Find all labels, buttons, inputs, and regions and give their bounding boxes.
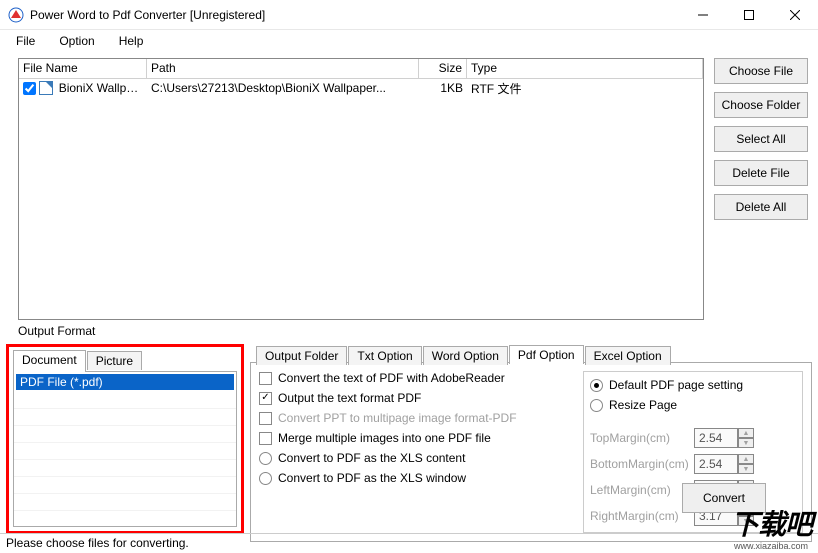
rtf-file-icon	[39, 81, 53, 95]
file-path-cell: C:\Users\27213\Desktop\BioniX Wallpaper.…	[147, 81, 419, 95]
opt-text-format[interactable]: Output the text format PDF	[259, 391, 577, 405]
convert-button[interactable]: Convert	[682, 483, 766, 513]
select-all-button[interactable]: Select All	[714, 126, 808, 152]
format-item-pdf[interactable]: PDF File (*.pdf)	[16, 374, 234, 390]
minimize-button[interactable]	[680, 0, 726, 30]
spin-down-icon[interactable]: ▼	[738, 464, 754, 474]
side-buttons: Choose File Choose Folder Select All Del…	[714, 58, 808, 320]
col-size[interactable]: Size	[419, 59, 467, 78]
opt-ppt-multipage: Convert PPT to multipage image format-PD…	[259, 411, 577, 425]
col-filename[interactable]: File Name	[19, 59, 147, 78]
spin-up-icon[interactable]: ▲	[738, 454, 754, 464]
delete-all-button[interactable]: Delete All	[714, 194, 808, 220]
status-bar: Please choose files for converting.	[0, 533, 818, 553]
file-list-header: File Name Path Size Type	[19, 59, 703, 79]
spin-down-icon[interactable]: ▼	[738, 516, 754, 526]
close-button[interactable]	[772, 0, 818, 30]
menu-help[interactable]: Help	[109, 32, 154, 50]
file-list[interactable]: File Name Path Size Type BioniX Wallpape…	[18, 58, 704, 320]
output-format-label: Output Format	[0, 320, 818, 338]
tab-txt-option[interactable]: Txt Option	[348, 346, 421, 365]
file-type-cell: RTF 文件	[467, 80, 703, 97]
opt-xls-window[interactable]: Convert to PDF as the XLS window	[259, 471, 577, 485]
choose-folder-button[interactable]: Choose Folder	[714, 92, 808, 118]
file-row[interactable]: BioniX Wallpaper... C:\Users\27213\Deskt…	[19, 79, 703, 97]
menu-option[interactable]: Option	[49, 32, 104, 50]
maximize-button[interactable]	[726, 0, 772, 30]
tab-word-option[interactable]: Word Option	[423, 346, 508, 365]
window-title: Power Word to Pdf Converter [Unregistere…	[30, 8, 680, 22]
spin-down-icon[interactable]: ▼	[738, 438, 754, 448]
opt-resize-page[interactable]: Resize Page	[590, 398, 796, 412]
format-selector-panel: Document Picture PDF File (*.pdf)	[6, 344, 244, 534]
opt-xls-content[interactable]: Convert to PDF as the XLS content	[259, 451, 577, 465]
margin-bottom-input[interactable]	[694, 454, 738, 474]
menu-bar: File Option Help	[0, 30, 818, 52]
tab-document[interactable]: Document	[13, 350, 86, 372]
opt-merge-images[interactable]: Merge multiple images into one PDF file	[259, 431, 577, 445]
delete-file-button[interactable]: Delete File	[714, 160, 808, 186]
file-name-cell: BioniX Wallpaper...	[59, 81, 147, 95]
tab-output-folder[interactable]: Output Folder	[256, 346, 347, 365]
format-list[interactable]: PDF File (*.pdf)	[13, 371, 237, 527]
title-bar: Power Word to Pdf Converter [Unregistere…	[0, 0, 818, 30]
choose-file-button[interactable]: Choose File	[714, 58, 808, 84]
opt-adobe-reader[interactable]: Convert the text of PDF with AdobeReader	[259, 371, 577, 385]
tab-pdf-option[interactable]: Pdf Option	[509, 345, 584, 364]
tab-excel-option[interactable]: Excel Option	[585, 346, 671, 365]
file-size-cell: 1KB	[419, 81, 467, 95]
tab-picture[interactable]: Picture	[87, 351, 142, 370]
opt-default-page[interactable]: Default PDF page setting	[590, 378, 796, 392]
col-type[interactable]: Type	[467, 59, 703, 78]
app-icon	[8, 7, 24, 23]
margin-top-row: TopMargin(cm)▲▼	[590, 428, 796, 448]
margin-top-input[interactable]	[694, 428, 738, 448]
margin-bottom-row: BottomMargin(cm)▲▼	[590, 454, 796, 474]
menu-file[interactable]: File	[6, 32, 45, 50]
col-path[interactable]: Path	[147, 59, 419, 78]
spin-up-icon[interactable]: ▲	[738, 428, 754, 438]
file-row-checkbox[interactable]	[23, 82, 36, 95]
